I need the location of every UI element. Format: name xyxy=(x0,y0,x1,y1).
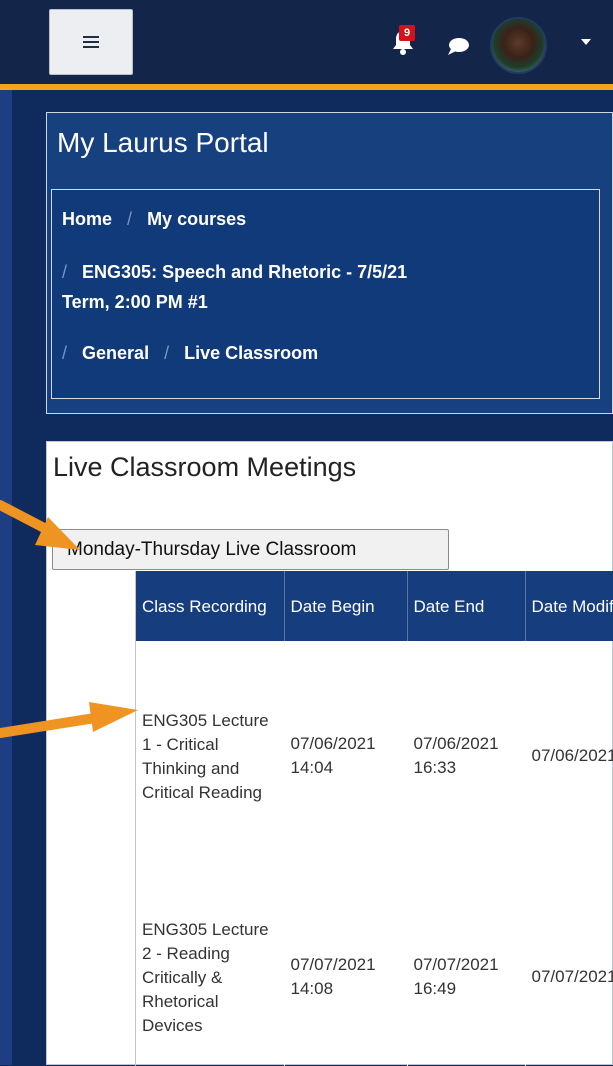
navbar-accent-bar xyxy=(0,84,613,90)
live-classroom-meetings-panel: Live Classroom Meetings Monday-Thursday … xyxy=(46,441,613,1066)
date-end-cell: 07/07/2021 16:49 xyxy=(407,871,526,1066)
monday-thursday-tab-button[interactable]: Monday-Thursday Live Classroom xyxy=(52,529,449,570)
top-navbar: 9 xyxy=(0,0,613,84)
caret-down-icon[interactable] xyxy=(580,38,592,46)
page-header: My Laurus Portal Home / My courses / ENG… xyxy=(46,112,613,414)
table-header-row: Class Recording Date Begin Date End Date… xyxy=(136,571,613,641)
avatar[interactable] xyxy=(490,17,547,74)
recording-title-link[interactable]: ENG305 Lecture 1 - Critical Thinking and… xyxy=(136,641,285,871)
date-end-cell: 07/06/2021 16:33 xyxy=(407,641,526,871)
breadcrumb-separator: / xyxy=(164,343,170,363)
column-header-date-modified[interactable]: Date Modified xyxy=(525,571,613,641)
recordings-table-container: Class Recording Date Begin Date End Date… xyxy=(135,571,613,1066)
menu-toggle-button[interactable] xyxy=(49,9,133,75)
breadcrumb-separator: / xyxy=(62,262,68,282)
date-modified-cell: 07/06/2021 16:33 xyxy=(525,641,613,871)
date-begin-cell: 07/06/2021 14:04 xyxy=(284,641,408,871)
column-header-class-recording[interactable]: Class Recording xyxy=(136,571,285,641)
date-modified-cell: 07/07/2021 16:49 xyxy=(525,871,613,1066)
notification-count-badge: 9 xyxy=(399,25,415,41)
breadcrumb-course-link-cont[interactable]: Term, 2:00 PM #1 xyxy=(62,292,208,312)
hamburger-menu-icon xyxy=(83,36,99,48)
breadcrumb-live-classroom-link[interactable]: Live Classroom xyxy=(184,343,318,363)
table-row: ENG305 Lecture 2 - Reading Critically & … xyxy=(136,871,613,1066)
left-edge-strip xyxy=(0,0,12,1065)
breadcrumb-general-link[interactable]: General xyxy=(82,343,149,363)
column-header-date-begin[interactable]: Date Begin xyxy=(284,571,408,641)
chat-bubble-icon[interactable] xyxy=(446,36,470,56)
table-row: ENG305 Lecture 1 - Critical Thinking and… xyxy=(136,641,613,871)
breadcrumb-separator: / xyxy=(62,343,68,363)
page-title: My Laurus Portal xyxy=(57,127,269,158)
breadcrumb-my-courses-link[interactable]: My courses xyxy=(147,209,246,229)
breadcrumb: Home / My courses / ENG305: Speech and R… xyxy=(51,189,600,399)
breadcrumb-home-link[interactable]: Home xyxy=(62,209,112,229)
breadcrumb-separator: / xyxy=(127,209,133,229)
recording-title-link[interactable]: ENG305 Lecture 2 - Reading Critically & … xyxy=(136,871,285,1066)
recordings-table: Class Recording Date Begin Date End Date… xyxy=(136,571,613,1066)
column-header-date-end[interactable]: Date End xyxy=(407,571,526,641)
date-begin-cell: 07/07/2021 14:08 xyxy=(284,871,408,1066)
breadcrumb-course-link[interactable]: ENG305: Speech and Rhetoric - 7/5/21 xyxy=(82,262,407,282)
meetings-title: Live Classroom Meetings xyxy=(53,452,357,482)
